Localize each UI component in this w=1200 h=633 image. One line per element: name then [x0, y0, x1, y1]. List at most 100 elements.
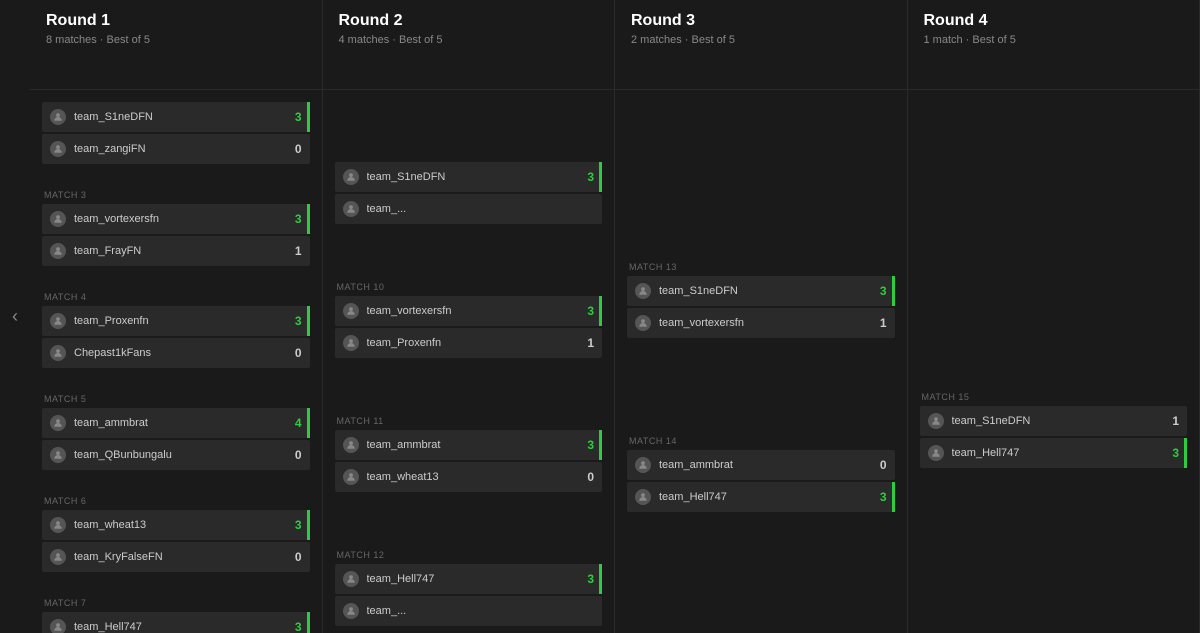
- team-avatar: [635, 489, 651, 505]
- match-block: MATCH 4 team_Proxenfn3 Chepast1kFans0: [30, 288, 322, 390]
- team-score: 3: [286, 518, 302, 532]
- team-name: team_Hell747: [952, 447, 1156, 459]
- match-block: MATCH 6 team_wheat133 team_KryFalseFN0: [30, 492, 322, 594]
- round-header-3: Round 32 matches · Best of 5: [615, 0, 907, 90]
- match-block: team_S1neDFN3 team_zangiFN0: [30, 98, 322, 186]
- team-row[interactable]: team_S1neDFN 3: [627, 276, 895, 306]
- team-avatar: [343, 437, 359, 453]
- match-block: MATCH 7 team_Hell7473 team_VRSBlurfire2: [30, 594, 322, 633]
- team-avatar: [343, 201, 359, 217]
- match-block: MATCH 13 team_S1neDFN 3 team_vortexersfn1: [615, 258, 907, 432]
- team-score: 3: [578, 304, 594, 318]
- team-row[interactable]: team_zangiFN0: [42, 134, 310, 164]
- match-label: MATCH 3: [42, 190, 310, 200]
- team-score: 3: [871, 284, 887, 298]
- back-arrow[interactable]: ‹: [0, 0, 30, 633]
- team-row[interactable]: team_ammbrat 4: [42, 408, 310, 438]
- round-subtitle-2: 4 matches · Best of 5: [339, 34, 599, 46]
- team-name: team_ammbrat: [74, 417, 278, 429]
- team-score: 0: [286, 346, 302, 360]
- round-title-2: Round 2: [339, 12, 599, 30]
- round-header-2: Round 2 4 matches · Best of 5: [323, 0, 615, 90]
- team-row[interactable]: team_S1neDFN1: [920, 406, 1188, 436]
- team-avatar: [928, 413, 944, 429]
- team-row[interactable]: team_Hell7473: [42, 612, 310, 633]
- match-block: MATCH 10 team_vortexersfn 3 team_Proxenfn…: [323, 278, 615, 412]
- team-score: 4: [286, 416, 302, 430]
- team-name: team_wheat13: [74, 519, 278, 531]
- team-name: team_ammbrat: [659, 459, 863, 471]
- team-row[interactable]: team_S1neDFN 3: [335, 162, 603, 192]
- team-avatar: [343, 571, 359, 587]
- team-name: team_Hell747: [659, 491, 863, 503]
- match-label: MATCH 7: [42, 598, 310, 608]
- team-row[interactable]: team_Hell7473: [627, 482, 895, 512]
- round-column-4: Round 41 match · Best of 5 MATCH 15 team_…: [908, 0, 1200, 633]
- round-subtitle-4: 1 match · Best of 5: [924, 34, 1184, 46]
- team-avatar: [343, 169, 359, 185]
- team-name: team_...: [367, 605, 571, 617]
- team-score: 0: [286, 142, 302, 156]
- round-column-1: Round 18 matches · Best of 5 team_S1neDF…: [30, 0, 323, 633]
- match-label: MATCH 15: [920, 392, 1188, 402]
- team-row[interactable]: team_ammbrat0: [627, 450, 895, 480]
- round-matches-1: team_S1neDFN3 team_zangiFN0MATCH 3 team_…: [30, 90, 322, 633]
- team-name: team_S1neDFN: [74, 111, 278, 123]
- round-subtitle-3: 2 matches · Best of 5: [631, 34, 891, 46]
- team-avatar: [50, 141, 66, 157]
- team-name: Chepast1kFans: [74, 347, 278, 359]
- round-header-4: Round 41 match · Best of 5: [908, 0, 1200, 90]
- team-row[interactable]: team_vortexersfn 3: [42, 204, 310, 234]
- team-row[interactable]: team_wheat130: [335, 462, 603, 492]
- match-label: MATCH 10: [335, 282, 603, 292]
- team-name: team_Proxenfn: [367, 337, 571, 349]
- rounds-wrapper: Round 18 matches · Best of 5 team_S1neDF…: [30, 0, 1200, 633]
- team-avatar: [343, 303, 359, 319]
- team-name: team_Hell747: [367, 573, 571, 585]
- team-avatar: [635, 315, 651, 331]
- team-name: team_vortexersfn: [367, 305, 571, 317]
- team-name: team_...: [367, 203, 571, 215]
- team-score: 0: [286, 550, 302, 564]
- team-name: team_Proxenfn: [74, 315, 278, 327]
- team-name: team_vortexersfn: [74, 213, 278, 225]
- team-row[interactable]: team_Proxenfn 1: [335, 328, 603, 358]
- team-row[interactable]: team_QBunbungalu 0: [42, 440, 310, 470]
- team-name: team_wheat13: [367, 471, 571, 483]
- round-column-3: Round 32 matches · Best of 5 MATCH 13 tea…: [615, 0, 908, 633]
- team-score: 3: [286, 212, 302, 226]
- team-avatar: [50, 517, 66, 533]
- team-name: team_S1neDFN: [367, 171, 571, 183]
- team-avatar: [50, 109, 66, 125]
- team-avatar: [635, 457, 651, 473]
- round-column-2: Round 2 4 matches · Best of 5 team_S1neDF…: [323, 0, 616, 633]
- team-row[interactable]: team_vortexersfn1: [627, 308, 895, 338]
- team-score: 0: [286, 448, 302, 462]
- match-block: team_S1neDFN 3 team_...: [323, 158, 615, 278]
- team-row[interactable]: Chepast1kFans 0: [42, 338, 310, 368]
- team-row[interactable]: team_wheat13 3: [42, 510, 310, 540]
- team-row[interactable]: team_S1neDFN3: [42, 102, 310, 132]
- team-score: 3: [286, 314, 302, 328]
- team-row[interactable]: team_...: [335, 596, 603, 626]
- team-row[interactable]: team_Hell7473: [920, 438, 1188, 468]
- team-name: team_QBunbungalu: [74, 449, 278, 461]
- round-matches-2: team_S1neDFN 3 team_... MATCH 10 team_vort…: [323, 90, 615, 633]
- team-avatar: [50, 619, 66, 633]
- team-score: 1: [286, 244, 302, 258]
- team-avatar: [50, 345, 66, 361]
- team-row[interactable]: team_vortexersfn 3: [335, 296, 603, 326]
- team-avatar: [50, 313, 66, 329]
- team-row[interactable]: team_FrayFN 1: [42, 236, 310, 266]
- team-score: 3: [578, 170, 594, 184]
- team-score: 1: [578, 336, 594, 350]
- team-row[interactable]: team_...: [335, 194, 603, 224]
- team-name: team_FrayFN: [74, 245, 278, 257]
- team-row[interactable]: team_Hell7473: [335, 564, 603, 594]
- team-row[interactable]: team_ammbrat3: [335, 430, 603, 460]
- team-row[interactable]: team_Proxenfn 3: [42, 306, 310, 336]
- match-label: MATCH 13: [627, 262, 895, 272]
- match-block: MATCH 15 team_S1neDFN1 team_Hell7473: [908, 388, 1200, 562]
- team-name: team_S1neDFN: [659, 285, 863, 297]
- team-row[interactable]: team_KryFalseFN0: [42, 542, 310, 572]
